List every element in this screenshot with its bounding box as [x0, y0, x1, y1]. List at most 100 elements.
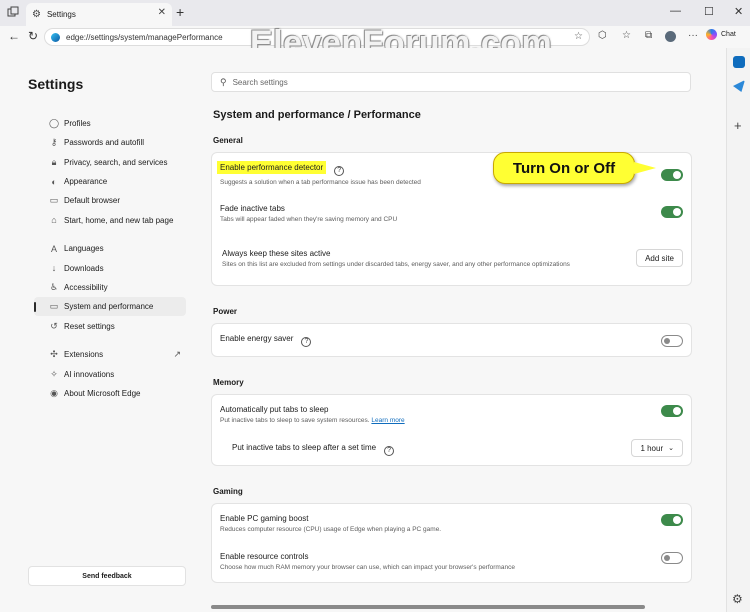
send-feedback-button[interactable]: Send feedback	[28, 566, 186, 586]
sidebar-item-label: Profiles	[64, 119, 91, 129]
minimize-icon[interactable]: —	[670, 5, 681, 17]
annotation-callout: Turn On or Off	[493, 152, 635, 184]
close-window-icon[interactable]: ✕	[734, 5, 743, 18]
copilot-icon	[706, 29, 717, 40]
help-icon[interactable]: ?	[301, 337, 312, 347]
tab-title: Settings	[46, 10, 76, 19]
learn-more-link[interactable]: Learn more	[371, 417, 404, 424]
fade-inactive-tabs-toggle[interactable]	[661, 206, 683, 218]
setting-label: Enable PC gaming boost	[220, 514, 309, 523]
add-site-button[interactable]: Add site	[636, 249, 683, 267]
sleeping-tabs-toggle[interactable]	[661, 405, 683, 417]
sleep-timeout-select[interactable]: 1 hour ⌄	[631, 439, 683, 457]
card-power: Enable energy saver?	[211, 323, 692, 357]
sidebar-item-label: AI innovations	[64, 369, 115, 379]
search-input[interactable]: ⚲ Search settings	[211, 72, 691, 92]
setting-keep-sites-active: Always keep these sites active Sites on …	[222, 249, 683, 268]
accessibility-icon: ♿︎	[49, 282, 59, 293]
section-heading-power: Power	[213, 307, 238, 316]
search-icon: ⚲	[220, 76, 227, 87]
sidebar-item-about[interactable]: ◉ About Microsoft Edge	[34, 384, 186, 403]
setting-fade-inactive-tabs: Fade inactive tabs Tabs will appear fade…	[220, 204, 683, 223]
profile-icon: ◯	[49, 118, 60, 129]
sidebar-item-system-performance[interactable]: ▭ System and performance	[34, 297, 186, 317]
sidebar-item-profiles[interactable]: ◯ Profiles	[34, 114, 186, 133]
setting-label: Always keep these sites active	[222, 249, 331, 258]
sidebar-item-label: Start, home, and new tab page	[64, 215, 174, 225]
resource-controls-toggle[interactable]	[661, 552, 683, 564]
energy-saver-toggle[interactable]	[661, 335, 683, 347]
reset-icon: ↺	[50, 320, 58, 331]
sidebar-item-label: Reset settings	[64, 321, 115, 331]
avatar[interactable]	[665, 31, 676, 42]
gear-icon: ⚙	[32, 9, 41, 20]
edge-sidebar: + ⚙	[726, 48, 750, 612]
performance-detector-toggle[interactable]	[661, 169, 683, 181]
sidebar-item-languages[interactable]: A Languages	[34, 239, 186, 258]
setting-sleeping-tabs: Automatically put tabs to sleep Put inac…	[220, 405, 683, 424]
send-icon[interactable]	[733, 80, 745, 92]
languages-icon: A	[50, 243, 57, 254]
new-tab-icon[interactable]: +	[176, 4, 184, 20]
chat-label: Chat	[721, 31, 736, 38]
help-icon[interactable]: ?	[334, 166, 345, 176]
outlook-icon[interactable]	[733, 56, 745, 68]
sidebar-item-label: Languages	[64, 244, 104, 254]
setting-label: Fade inactive tabs	[220, 204, 285, 213]
computer-icon: ▭	[49, 301, 59, 312]
section-heading-general: General	[213, 136, 243, 145]
back-icon[interactable]: ←	[8, 29, 20, 43]
close-tab-icon[interactable]: ✕	[158, 7, 166, 18]
edge-logo-icon	[51, 32, 60, 42]
add-sidebar-app-icon[interactable]: +	[734, 118, 742, 133]
favorite-star-icon[interactable]: ☆	[574, 31, 583, 42]
sidebar-item-start-home[interactable]: ⌂ Start, home, and new tab page	[34, 210, 186, 229]
favorites-icon[interactable]: ☆	[622, 30, 631, 41]
select-value: 1 hour	[640, 443, 664, 453]
refresh-icon[interactable]: ↻	[28, 29, 38, 43]
settings-page: Settings ⚲ Search settings ◯ Profiles ⚷ Pa…	[0, 48, 726, 612]
tab-strip: ⚙ Settings ✕ + — ☐ ✕	[0, 0, 750, 26]
sidebar-settings-icon[interactable]: ⚙	[732, 592, 743, 606]
settings-nav: ◯ Profiles ⚷ Passwords and autofill 🔒︎ Priv…	[34, 114, 186, 403]
section-heading-gaming: Gaming	[213, 487, 243, 496]
setting-resource-controls: Enable resource controls Choose how much…	[220, 552, 683, 571]
puzzle-icon: ✣	[50, 349, 58, 360]
copilot-chat-button[interactable]: Chat	[706, 29, 736, 40]
sidebar-item-ai-innovations[interactable]: ✧ AI innovations	[34, 365, 186, 384]
browser-toolbar: ← ↻ edge://settings/system/managePerform…	[0, 26, 750, 48]
more-icon[interactable]: ···	[688, 30, 698, 41]
tab-settings[interactable]: ⚙ Settings ✕	[26, 3, 172, 26]
search-placeholder: Search settings	[232, 77, 288, 87]
sidebar-item-accessibility[interactable]: ♿︎ Accessibility	[34, 278, 186, 297]
setting-gaming-boost: Enable PC gaming boost Reduces computer …	[220, 514, 683, 533]
url-text: edge://settings/system/managePerformance	[66, 32, 223, 42]
sidebar-item-extensions[interactable]: ✣ Extensions ↗	[34, 345, 186, 364]
chevron-down-icon: ⌄	[668, 445, 674, 452]
setting-sleep-timeout: Put inactive tabs to sleep after a set t…	[232, 439, 683, 457]
sidebar-item-privacy[interactable]: 🔒︎ Privacy, search, and services	[34, 153, 186, 172]
collections-icon[interactable]: ⧉	[645, 30, 652, 41]
address-bar[interactable]: edge://settings/system/managePerformance…	[44, 28, 590, 46]
sidebar-item-label: Extensions	[64, 350, 104, 360]
maximize-icon[interactable]: ☐	[704, 5, 714, 18]
sidebar-item-label: Passwords and autofill	[64, 138, 145, 148]
gaming-boost-toggle[interactable]	[661, 514, 683, 526]
sidebar-item-reset[interactable]: ↺ Reset settings	[34, 316, 186, 335]
sidebar-item-appearance[interactable]: ◐ Appearance	[34, 172, 186, 191]
sidebar-item-label: Accessibility	[64, 283, 108, 293]
workspaces-icon[interactable]	[7, 6, 19, 18]
sidebar-item-passwords[interactable]: ⚷ Passwords and autofill	[34, 133, 186, 152]
extensions-icon[interactable]: ⬡	[598, 30, 607, 41]
help-icon[interactable]: ?	[384, 446, 395, 456]
home-icon: ⌂	[51, 215, 57, 226]
sidebar-item-default-browser[interactable]: ▭ Default browser	[34, 191, 186, 210]
setting-label: Automatically put tabs to sleep	[220, 405, 329, 414]
setting-description: Put inactive tabs to sleep to save syste…	[220, 417, 370, 424]
sidebar-item-label: Privacy, search, and services	[64, 157, 168, 167]
sidebar-item-label: System and performance	[64, 302, 154, 312]
sidebar-item-downloads[interactable]: ↓ Downloads	[34, 259, 186, 278]
horizontal-scrollbar[interactable]	[211, 605, 645, 609]
page-title: Settings	[28, 76, 84, 92]
